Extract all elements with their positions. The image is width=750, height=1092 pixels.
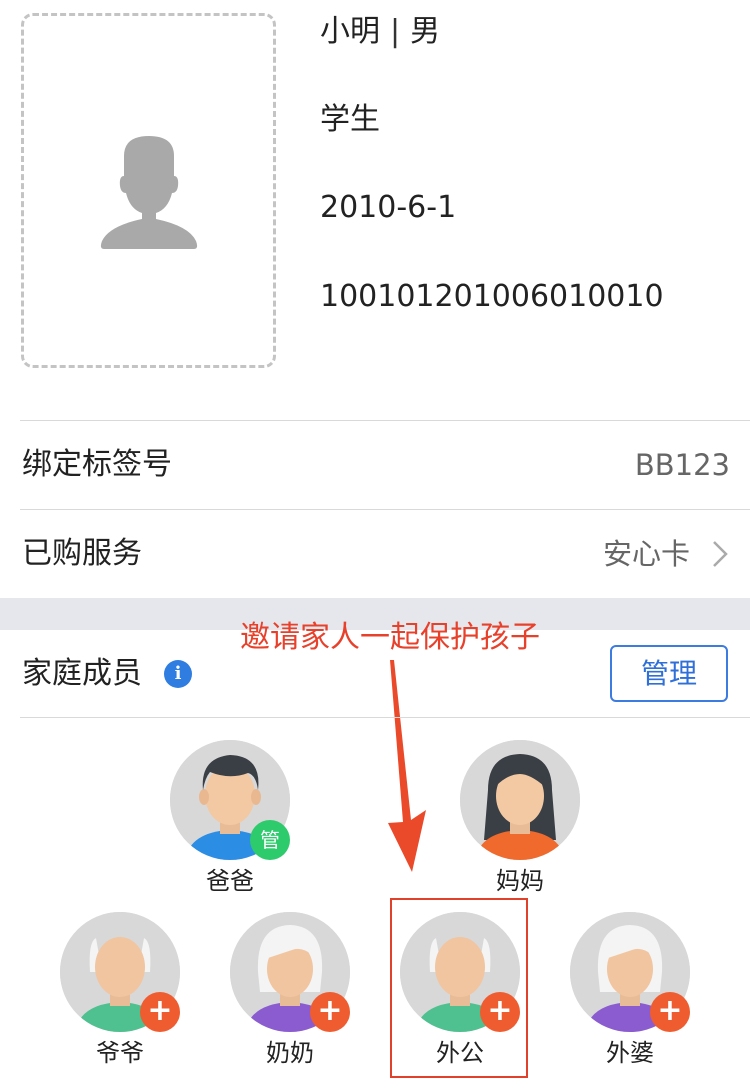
profile-name-gender: 小明 | 男 [320, 14, 440, 50]
divider [20, 717, 750, 718]
add-member-icon[interactable]: + [140, 992, 180, 1032]
invite-callout-text: 邀请家人一起保护孩子 [240, 620, 540, 655]
family-member-grandma[interactable]: + 奶奶 [220, 912, 360, 1068]
mom-avatar [460, 740, 580, 860]
chevron-right-icon [713, 541, 728, 567]
callout-arrow-icon [388, 660, 426, 872]
member-name: 爸爸 [206, 867, 254, 895]
manage-button[interactable]: 管理 [610, 645, 728, 702]
profile-birthday: 2010-6-1 [320, 190, 457, 225]
tag-row-value: BB123 [634, 448, 730, 482]
member-name: 爷爷 [96, 1039, 144, 1067]
service-row-value: 安心卡 [602, 537, 690, 571]
tag-row-label: 绑定标签号 [22, 447, 172, 482]
family-member-grandpa[interactable]: + 爷爷 [50, 912, 190, 1068]
divider [20, 420, 750, 421]
profile-photo-placeholder[interactable] [21, 13, 276, 368]
family-member-maternal-grandma[interactable]: + 外婆 [560, 912, 700, 1068]
profile-gender: 男 [410, 14, 441, 49]
member-name: 妈妈 [496, 867, 544, 895]
admin-badge: 管 [250, 820, 290, 860]
add-member-icon[interactable]: + [310, 992, 350, 1032]
profile-name: 小明 [320, 14, 380, 49]
family-member-dad[interactable]: 管 爸爸 [160, 740, 300, 896]
service-row-label: 已购服务 [22, 536, 142, 571]
member-name: 奶奶 [266, 1039, 314, 1067]
member-name: 外婆 [606, 1039, 654, 1067]
profile-role: 学生 [320, 102, 380, 137]
person-placeholder-icon [100, 136, 198, 249]
family-section-title: 家庭成员 [22, 656, 142, 691]
profile-id-number: 100101201006010010 [320, 279, 664, 314]
info-icon[interactable]: i [164, 660, 192, 688]
add-member-icon[interactable]: + [650, 992, 690, 1032]
family-member-mom[interactable]: 妈妈 [450, 740, 590, 896]
service-row[interactable]: 已购服务 安心卡 [0, 510, 750, 598]
highlight-annotation-box [390, 898, 528, 1078]
separator: | [390, 14, 401, 49]
